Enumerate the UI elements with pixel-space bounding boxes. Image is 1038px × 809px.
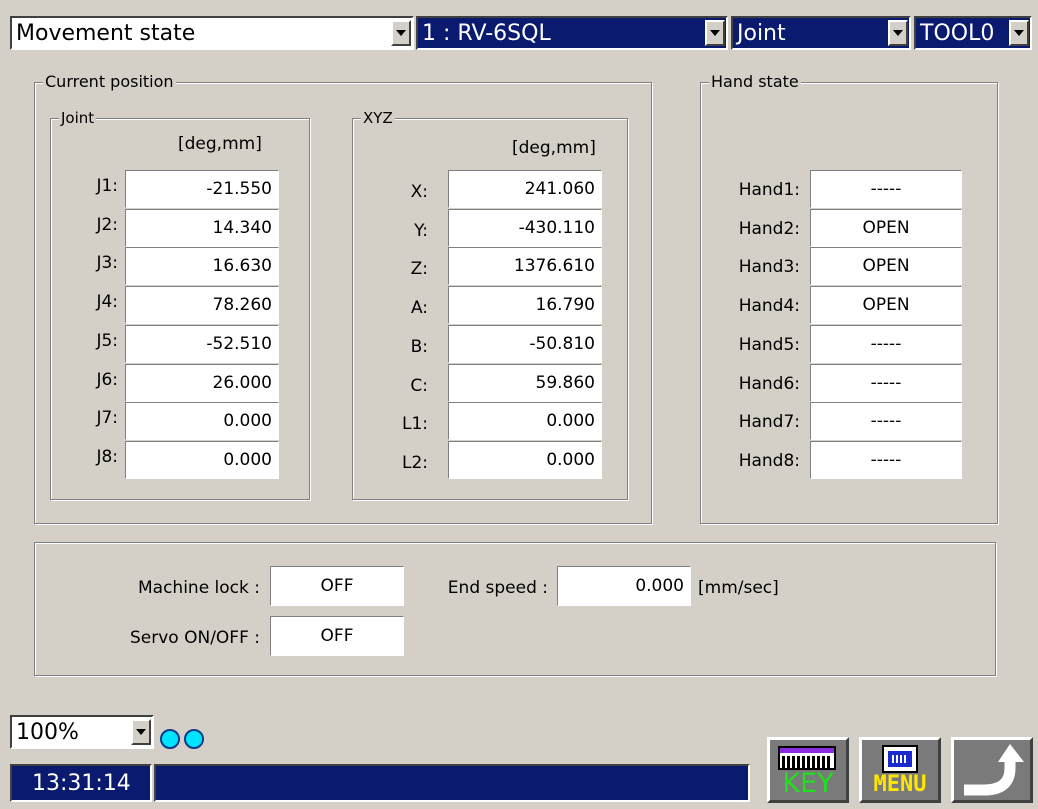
menu-button[interactable]: MENU [859, 737, 941, 803]
machine-lock-value: OFF [270, 566, 404, 606]
end-speed-label: End speed : [447, 578, 548, 598]
hand-row-label: Hand5: [738, 334, 800, 355]
override-value: 100% [16, 719, 79, 745]
xyz-row-label: L2: [401, 452, 428, 473]
xyz-row-label: X: [410, 182, 428, 202]
hand-row-label: Hand7: [738, 412, 800, 433]
machine-lock-label: Machine lock : [137, 578, 260, 598]
message-bar [154, 764, 750, 802]
chevron-down-icon[interactable] [1009, 20, 1029, 46]
tool-select[interactable]: TOOL0 [914, 16, 1032, 50]
xyz-row-value: 241.060 [448, 170, 602, 208]
joint-row-value: -21.550 [125, 170, 279, 208]
hand-row-label: Hand4: [738, 296, 800, 317]
coord-select[interactable]: Joint [731, 16, 911, 50]
menu-grid-icon [882, 745, 918, 773]
joint-row-value: 0.000 [125, 402, 279, 441]
xyz-row-value: -430.110 [448, 208, 602, 247]
hand-row-value: ----- [810, 440, 962, 479]
status-panel [34, 542, 996, 676]
xyz-row-label: B: [410, 336, 428, 357]
hand-row-label: Hand6: [738, 373, 800, 394]
clock: 13:31:14 [10, 764, 152, 802]
joint-row-value: 14.340 [125, 208, 279, 247]
chevron-down-icon[interactable] [131, 719, 151, 745]
xyz-row-label: C: [410, 375, 428, 396]
hand-row-label: Hand3: [738, 257, 800, 278]
chevron-down-icon[interactable] [705, 20, 725, 46]
hand-state-title: Hand state [709, 72, 801, 92]
xyz-unit: [deg,mm] [512, 138, 596, 158]
joint-row-label: J5: [96, 330, 118, 351]
hand-row-value: OPEN [810, 208, 962, 247]
current-position-title: Current position [43, 72, 176, 92]
robot-select-value: 1 : RV-6SQL [422, 20, 551, 46]
servo-label: Servo ON/OFF : [130, 628, 260, 648]
keyboard-icon [778, 746, 836, 770]
return-arrow-icon [964, 744, 1024, 796]
joint-row-value: 0.000 [125, 440, 279, 479]
keyboard-button[interactable]: KEY [767, 737, 849, 803]
joint-row-value: 26.000 [125, 363, 279, 402]
coord-select-value: Joint [737, 20, 786, 46]
xyz-row-value: 59.860 [448, 363, 602, 402]
joint-row-label: J6: [96, 369, 118, 390]
hand-row-value: ----- [810, 402, 962, 441]
mode-select[interactable]: Movement state [10, 16, 414, 50]
joint-row-value: -52.510 [125, 324, 279, 363]
end-speed-value: 0.000 [557, 566, 691, 606]
xyz-row-value: -50.810 [448, 324, 602, 363]
chevron-down-icon[interactable] [391, 20, 411, 46]
hand-row-value: OPEN [810, 247, 962, 286]
status-indicator-1 [160, 729, 180, 749]
xyz-row-label: Z: [410, 259, 428, 280]
joint-row-label: J2: [96, 214, 118, 235]
hand-row-value: ----- [810, 363, 962, 402]
xyz-row-label: Y: [414, 220, 428, 241]
key-label: KEY [782, 768, 834, 799]
joint-row-value: 16.630 [125, 247, 279, 286]
robot-select[interactable]: 1 : RV-6SQL [416, 16, 728, 50]
override-select[interactable]: 100% [10, 715, 154, 749]
status-indicator-2 [184, 729, 204, 749]
xyz-row-label: L1: [401, 414, 428, 435]
xyz-row-value: 1376.610 [448, 247, 602, 286]
xyz-row-value: 0.000 [448, 440, 602, 479]
hand-row-label: Hand2: [738, 218, 800, 239]
joint-unit: [deg,mm] [178, 134, 262, 154]
servo-value: OFF [270, 616, 404, 656]
hand-row-label: Hand1: [738, 180, 800, 200]
xyz-title: XYZ [361, 108, 395, 128]
xyz-row-label: A: [410, 298, 428, 319]
joint-row-value: 78.260 [125, 286, 279, 325]
joint-title: Joint [59, 108, 97, 128]
joint-row-label: J3: [96, 253, 118, 274]
joint-row-label: J7: [96, 408, 118, 429]
end-speed-unit: [mm/sec] [698, 578, 779, 598]
tool-select-value: TOOL0 [920, 20, 995, 46]
mode-select-value: Movement state [16, 20, 196, 46]
joint-row-label: J4: [96, 292, 118, 313]
hand-row-value: ----- [810, 324, 962, 363]
back-button[interactable] [951, 737, 1033, 803]
xyz-row-value: 16.790 [448, 286, 602, 325]
joint-row-label: J8: [96, 446, 118, 467]
hand-row-value: ----- [810, 170, 962, 208]
hand-row-label: Hand8: [738, 450, 800, 471]
xyz-row-value: 0.000 [448, 402, 602, 441]
hand-row-value: OPEN [810, 286, 962, 325]
joint-row-label: J1: [96, 176, 118, 196]
chevron-down-icon[interactable] [888, 20, 908, 46]
menu-label: MENU [873, 772, 927, 797]
